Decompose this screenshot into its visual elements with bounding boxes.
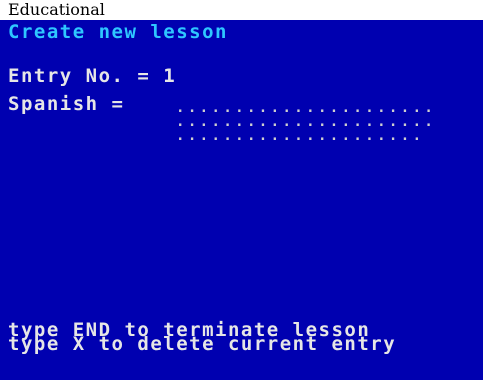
- input-row-2: ......................: [176, 114, 437, 130]
- spanish-label: Spanish =: [8, 93, 125, 115]
- footer-instruction-delete: type X to delete current entry: [8, 333, 397, 355]
- input-row-1: ......................: [176, 100, 437, 116]
- emulator-screen: Create new lesson Entry No. = 1 Spanish …: [0, 20, 483, 380]
- screen-title: Create new lesson: [8, 21, 228, 43]
- caption-text: Educational: [8, 0, 105, 19]
- spanish-input-field[interactable]: ...................... .................…: [176, 100, 476, 144]
- input-row-3: .....................: [176, 128, 425, 144]
- entry-number-label: Entry No. = 1: [8, 65, 177, 87]
